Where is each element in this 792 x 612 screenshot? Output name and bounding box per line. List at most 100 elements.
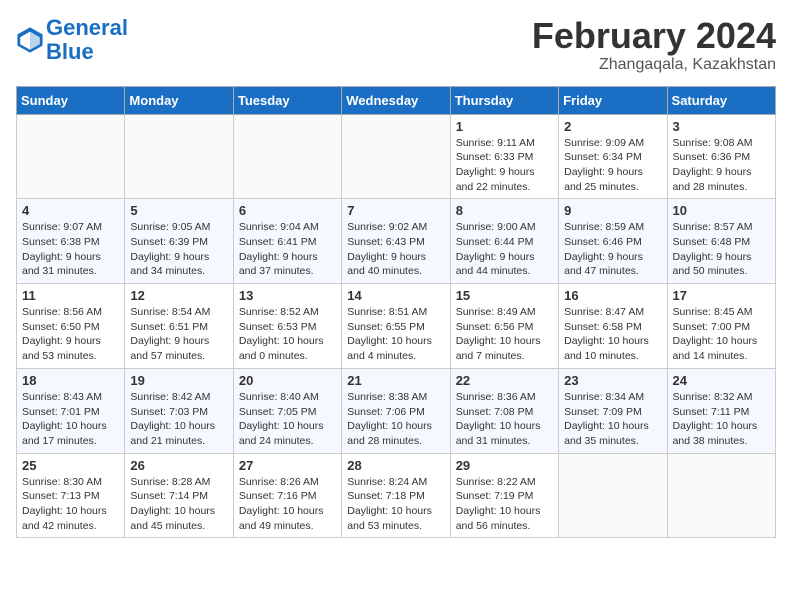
day-number: 1 <box>456 119 553 134</box>
logo-text: GeneralBlue <box>46 16 128 64</box>
calendar-cell: 24Sunrise: 8:32 AMSunset: 7:11 PMDayligh… <box>667 368 775 453</box>
day-info: Sunrise: 9:02 AMSunset: 6:43 PMDaylight:… <box>347 220 444 279</box>
day-info: Sunrise: 8:47 AMSunset: 6:58 PMDaylight:… <box>564 305 661 364</box>
calendar-cell: 13 Sunrise: 8:52 AMSunset: 6:53 PMDayligh… <box>233 284 341 369</box>
calendar-cell: 7Sunrise: 9:02 AMSunset: 6:43 PMDaylight… <box>342 199 450 284</box>
day-info: Sunrise: 8:56 AMSunset: 6:50 PMDaylight:… <box>22 305 119 364</box>
calendar-cell: 22Sunrise: 8:36 AMSunset: 7:08 PMDayligh… <box>450 368 558 453</box>
month-title: February 2024 <box>532 16 776 56</box>
day-info: Sunrise: 8:57 AMSunset: 6:48 PMDaylight:… <box>673 220 770 279</box>
calendar-cell: 1Sunrise: 9:11 AMSunset: 6:33 PMDaylight… <box>450 114 558 199</box>
day-info: Sunrise: 8:38 AMSunset: 7:06 PMDaylight:… <box>347 390 444 449</box>
day-info: Sunrise: 8:24 AMSunset: 7:18 PMDaylight:… <box>347 475 444 534</box>
calendar-cell: 23 Sunrise: 8:34 AMSunset: 7:09 PMDayligh… <box>559 368 667 453</box>
calendar-cell: 21 Sunrise: 8:38 AMSunset: 7:06 PMDayligh… <box>342 368 450 453</box>
day-number: 12 <box>130 288 227 303</box>
calendar-cell: 16Sunrise: 8:47 AMSunset: 6:58 PMDayligh… <box>559 284 667 369</box>
day-number: 20 <box>239 373 336 388</box>
day-number: 25 <box>22 458 119 473</box>
day-info: Sunrise: 8:59 AMSunset: 6:46 PMDaylight:… <box>564 220 661 279</box>
day-info: Sunrise: 9:00 AMSunset: 6:44 PMDaylight:… <box>456 220 553 279</box>
day-info: Sunrise: 8:32 AMSunset: 7:11 PMDaylight:… <box>673 390 770 449</box>
calendar-cell: 20 Sunrise: 8:40 AMSunset: 7:05 PMDayligh… <box>233 368 341 453</box>
day-number: 9 <box>564 203 661 218</box>
calendar-cell: 5 Sunrise: 9:05 AMSunset: 6:39 PMDaylight… <box>125 199 233 284</box>
calendar-cell: 28 Sunrise: 8:24 AMSunset: 7:18 PMDayligh… <box>342 453 450 538</box>
day-info: Sunrise: 8:54 AMSunset: 6:51 PMDaylight:… <box>130 305 227 364</box>
calendar-cell: 14 Sunrise: 8:51 AMSunset: 6:55 PMDayligh… <box>342 284 450 369</box>
day-number: 3 <box>673 119 770 134</box>
calendar-week-1: 1Sunrise: 9:11 AMSunset: 6:33 PMDaylight… <box>17 114 776 199</box>
day-info: Sunrise: 9:09 AMSunset: 6:34 PMDaylight:… <box>564 136 661 195</box>
day-number: 26 <box>130 458 227 473</box>
calendar-cell: 26 Sunrise: 8:28 AMSunset: 7:14 PMDayligh… <box>125 453 233 538</box>
calendar-cell <box>125 114 233 199</box>
calendar-cell: 10 Sunrise: 8:57 AMSunset: 6:48 PMDayligh… <box>667 199 775 284</box>
day-info: Sunrise: 9:08 AMSunset: 6:36 PMDaylight:… <box>673 136 770 195</box>
calendar-cell: 2 Sunrise: 9:09 AMSunset: 6:34 PMDaylight… <box>559 114 667 199</box>
calendar-table: SundayMondayTuesdayWednesdayThursdayFrid… <box>16 86 776 539</box>
calendar-cell: 11 Sunrise: 8:56 AMSunset: 6:50 PMDayligh… <box>17 284 125 369</box>
day-number: 23 <box>564 373 661 388</box>
day-info: Sunrise: 8:22 AMSunset: 7:19 PMDaylight:… <box>456 475 553 534</box>
day-number: 29 <box>456 458 553 473</box>
day-info: Sunrise: 8:36 AMSunset: 7:08 PMDaylight:… <box>456 390 553 449</box>
day-number: 11 <box>22 288 119 303</box>
calendar-cell: 6 Sunrise: 9:04 AMSunset: 6:41 PMDaylight… <box>233 199 341 284</box>
column-header-thursday: Thursday <box>450 86 558 114</box>
day-info: Sunrise: 8:40 AMSunset: 7:05 PMDaylight:… <box>239 390 336 449</box>
day-number: 8 <box>456 203 553 218</box>
day-info: Sunrise: 8:45 AMSunset: 7:00 PMDaylight:… <box>673 305 770 364</box>
calendar-week-5: 25 Sunrise: 8:30 AMSunset: 7:13 PMDayligh… <box>17 453 776 538</box>
day-info: Sunrise: 8:49 AMSunset: 6:56 PMDaylight:… <box>456 305 553 364</box>
calendar-cell <box>667 453 775 538</box>
day-info: Sunrise: 8:26 AMSunset: 7:16 PMDaylight:… <box>239 475 336 534</box>
calendar-week-2: 4Sunrise: 9:07 AMSunset: 6:38 PMDaylight… <box>17 199 776 284</box>
day-number: 17 <box>673 288 770 303</box>
calendar-cell <box>233 114 341 199</box>
day-info: Sunrise: 8:30 AMSunset: 7:13 PMDaylight:… <box>22 475 119 534</box>
calendar-week-4: 18 Sunrise: 8:43 AMSunset: 7:01 PMDayligh… <box>17 368 776 453</box>
column-header-saturday: Saturday <box>667 86 775 114</box>
day-number: 5 <box>130 203 227 218</box>
day-number: 21 <box>347 373 444 388</box>
page-header: GeneralBlue February 2024 Zhangaqala, Ka… <box>16 16 776 74</box>
day-info: Sunrise: 8:28 AMSunset: 7:14 PMDaylight:… <box>130 475 227 534</box>
calendar-cell <box>17 114 125 199</box>
column-header-sunday: Sunday <box>17 86 125 114</box>
day-info: Sunrise: 8:52 AMSunset: 6:53 PMDaylight:… <box>239 305 336 364</box>
title-block: February 2024 Zhangaqala, Kazakhstan <box>532 16 776 74</box>
day-number: 18 <box>22 373 119 388</box>
day-number: 28 <box>347 458 444 473</box>
calendar-week-3: 11 Sunrise: 8:56 AMSunset: 6:50 PMDayligh… <box>17 284 776 369</box>
calendar-cell: 19 Sunrise: 8:42 AMSunset: 7:03 PMDayligh… <box>125 368 233 453</box>
day-info: Sunrise: 9:04 AMSunset: 6:41 PMDaylight:… <box>239 220 336 279</box>
day-number: 4 <box>22 203 119 218</box>
calendar-cell <box>559 453 667 538</box>
day-number: 14 <box>347 288 444 303</box>
location: Zhangaqala, Kazakhstan <box>532 56 776 74</box>
calendar-cell: 4Sunrise: 9:07 AMSunset: 6:38 PMDaylight… <box>17 199 125 284</box>
calendar-cell: 8 Sunrise: 9:00 AMSunset: 6:44 PMDaylight… <box>450 199 558 284</box>
column-header-tuesday: Tuesday <box>233 86 341 114</box>
day-number: 6 <box>239 203 336 218</box>
day-info: Sunrise: 8:34 AMSunset: 7:09 PMDaylight:… <box>564 390 661 449</box>
day-number: 27 <box>239 458 336 473</box>
day-number: 2 <box>564 119 661 134</box>
column-header-monday: Monday <box>125 86 233 114</box>
day-number: 10 <box>673 203 770 218</box>
calendar-cell: 15Sunrise: 8:49 AMSunset: 6:56 PMDayligh… <box>450 284 558 369</box>
day-number: 13 <box>239 288 336 303</box>
calendar-cell: 12 Sunrise: 8:54 AMSunset: 6:51 PMDayligh… <box>125 284 233 369</box>
day-info: Sunrise: 8:51 AMSunset: 6:55 PMDaylight:… <box>347 305 444 364</box>
calendar-cell: 25 Sunrise: 8:30 AMSunset: 7:13 PMDayligh… <box>17 453 125 538</box>
column-header-friday: Friday <box>559 86 667 114</box>
calendar-cell: 18 Sunrise: 8:43 AMSunset: 7:01 PMDayligh… <box>17 368 125 453</box>
day-number: 19 <box>130 373 227 388</box>
calendar-cell <box>342 114 450 199</box>
day-info: Sunrise: 8:42 AMSunset: 7:03 PMDaylight:… <box>130 390 227 449</box>
column-header-wednesday: Wednesday <box>342 86 450 114</box>
day-info: Sunrise: 8:43 AMSunset: 7:01 PMDaylight:… <box>22 390 119 449</box>
day-info: Sunrise: 9:05 AMSunset: 6:39 PMDaylight:… <box>130 220 227 279</box>
calendar-cell: 17 Sunrise: 8:45 AMSunset: 7:00 PMDayligh… <box>667 284 775 369</box>
